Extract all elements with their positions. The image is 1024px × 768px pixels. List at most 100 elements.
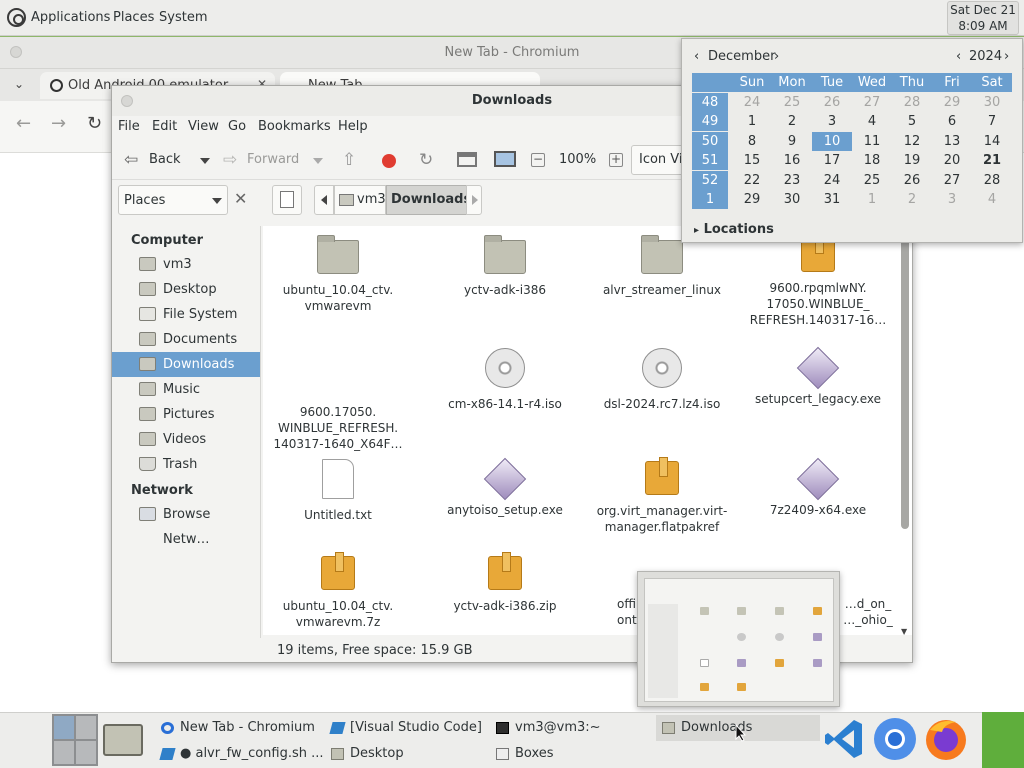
calendar-day[interactable]: 2 <box>892 190 932 209</box>
file-item[interactable]: Untitled.txt <box>263 459 413 523</box>
calendar-day[interactable]: 20 <box>932 151 972 170</box>
menu-go[interactable]: Go <box>228 119 246 134</box>
path-button-downloads[interactable]: Downloads <box>386 185 471 215</box>
calendar-day-selected[interactable]: 10 <box>812 131 852 151</box>
calendar-day[interactable]: 23 <box>772 171 812 190</box>
file-item[interactable]: yctv-adk-i386 <box>430 235 580 298</box>
calendar-day[interactable]: 19 <box>892 151 932 170</box>
calendar-day[interactable]: 26 <box>892 171 932 190</box>
calendar-day[interactable]: 26 <box>812 93 852 112</box>
reload-icon[interactable]: ↻ <box>87 113 102 134</box>
sidebar-item-documents[interactable]: Documents <box>112 327 260 352</box>
sidebar-item-file-system[interactable]: File System <box>112 302 260 327</box>
file-item[interactable]: ubuntu_10.04_ctv. vmwarevm <box>263 235 413 314</box>
zoom-in-icon[interactable]: + <box>609 153 623 167</box>
calendar-day[interactable]: 8 <box>732 132 772 151</box>
calendar-day[interactable]: 27 <box>852 93 892 112</box>
sidebar-item-videos[interactable]: Videos <box>112 427 260 452</box>
workspace-4[interactable] <box>75 740 97 765</box>
workspace-switcher[interactable] <box>52 714 98 766</box>
calendar-day[interactable]: 3 <box>812 112 852 131</box>
sidebar-item-downloads[interactable]: Downloads <box>112 352 260 377</box>
calendar-day[interactable]: 17 <box>812 151 852 170</box>
stop-icon[interactable] <box>382 154 396 168</box>
reload-icon[interactable]: ↻ <box>419 148 433 172</box>
menu-file[interactable]: File <box>118 119 140 134</box>
calendar-day[interactable]: 11 <box>852 132 892 151</box>
clock[interactable]: Sat Dec 21 8:09 AM <box>947 1 1019 35</box>
calendar-day[interactable]: 29 <box>732 190 772 209</box>
task-chromium[interactable]: New Tab - Chromium <box>155 715 325 741</box>
menu-view[interactable]: View <box>188 119 219 134</box>
path-scroll-right-button[interactable] <box>466 185 482 215</box>
locations-expander[interactable]: ▸ Locations <box>694 222 774 237</box>
path-button-vm3[interactable]: vm3 <box>334 185 386 215</box>
calendar-day-today[interactable]: 21 <box>972 151 1012 170</box>
next-year-icon[interactable]: › <box>1004 49 1009 64</box>
next-month-icon[interactable]: › <box>774 49 779 64</box>
calendar-day[interactable]: 4 <box>972 190 1012 209</box>
close-sidebar-icon[interactable]: ✕ <box>234 189 247 208</box>
task-desktop[interactable]: Desktop <box>325 741 485 767</box>
back-button[interactable]: ⇦ Back <box>120 148 212 172</box>
tab-search-chevron-icon[interactable]: ⌄ <box>14 77 24 91</box>
applications-menu[interactable]: Applications <box>31 10 110 25</box>
computer-icon[interactable] <box>494 151 516 167</box>
calendar-day[interactable]: 16 <box>772 151 812 170</box>
calendar-day[interactable]: 24 <box>812 171 852 190</box>
calendar-day[interactable]: 18 <box>852 151 892 170</box>
calendar-day[interactable]: 13 <box>932 132 972 151</box>
sidebar-item-music[interactable]: Music <box>112 377 260 402</box>
task-vscode-file[interactable]: ● alvr_fw_config.sh ... <box>155 741 325 767</box>
forward-button[interactable]: ⇨ Forward <box>220 148 324 172</box>
calendar-day[interactable]: 15 <box>732 151 772 170</box>
menu-edit[interactable]: Edit <box>152 119 177 134</box>
menu-help[interactable]: Help <box>338 119 368 134</box>
calendar-day[interactable]: 12 <box>892 132 932 151</box>
file-item[interactable]: setupcert_legacy.exe <box>743 346 893 407</box>
places-menu[interactable]: Places <box>113 10 154 25</box>
calendar-day[interactable]: 14 <box>972 132 1012 151</box>
workspace-1[interactable] <box>53 715 75 740</box>
calendar-day[interactable]: 6 <box>932 112 972 131</box>
calendar-day[interactable]: 28 <box>892 93 932 112</box>
file-item[interactable]: org.virt_manager.virt- manager.flatpakre… <box>587 457 737 535</box>
prev-month-icon[interactable]: ‹ <box>694 49 699 64</box>
calendar-day[interactable]: 5 <box>892 112 932 131</box>
file-item[interactable]: dsl-2024.rc7.lz4.iso <box>587 348 737 412</box>
calendar-day[interactable]: 24 <box>732 93 772 112</box>
file-item[interactable]: cm-x86-14.1-r4.iso <box>430 348 580 412</box>
show-desktop-button[interactable] <box>101 718 145 760</box>
home-icon[interactable] <box>457 152 477 167</box>
back-arrow-icon[interactable]: ← <box>16 113 31 134</box>
forward-arrow-icon[interactable]: → <box>51 113 66 134</box>
zoom-out-icon[interactable]: − <box>531 153 545 167</box>
edit-location-button[interactable] <box>272 185 302 215</box>
calendar-day[interactable]: 4 <box>852 112 892 131</box>
workspace-2[interactable] <box>75 715 97 740</box>
calendar-day[interactable]: 1 <box>852 190 892 209</box>
calendar-day[interactable]: 29 <box>932 93 972 112</box>
calendar-day[interactable]: 30 <box>972 93 1012 112</box>
sidebar-item-pictures[interactable]: Pictures <box>112 402 260 427</box>
file-item[interactable]: ubuntu_10.04_ctv. vmwarevm.7z <box>263 552 413 630</box>
scroll-thumb[interactable] <box>901 238 909 529</box>
workspace-3[interactable] <box>53 740 75 765</box>
sidebar-item-browse-network[interactable]: Browse Netw… <box>112 502 260 547</box>
calendar-day[interactable]: 9 <box>772 132 812 151</box>
scroll-down-icon[interactable]: ▼ <box>901 627 907 636</box>
calendar-day[interactable]: 25 <box>772 93 812 112</box>
calendar-day[interactable]: 1 <box>732 112 772 131</box>
sidebar-item-vm3[interactable]: vm3 <box>112 252 260 277</box>
chromium-launcher[interactable] <box>872 716 916 762</box>
path-scroll-left-button[interactable] <box>314 185 334 215</box>
places-combo[interactable]: Places <box>118 185 228 215</box>
calendar-day[interactable]: 22 <box>732 171 772 190</box>
calendar-day[interactable]: 2 <box>772 112 812 131</box>
vertical-scrollbar[interactable]: ▼ <box>900 230 910 636</box>
file-item[interactable]: yctv-adk-i386.zip <box>430 552 580 614</box>
sidebar-item-desktop[interactable]: Desktop <box>112 277 260 302</box>
back-history-caret-icon[interactable] <box>200 158 210 164</box>
task-terminal[interactable]: vm3@vm3:~ <box>490 715 650 741</box>
task-vscode[interactable]: [Visual Studio Code] <box>325 715 485 741</box>
